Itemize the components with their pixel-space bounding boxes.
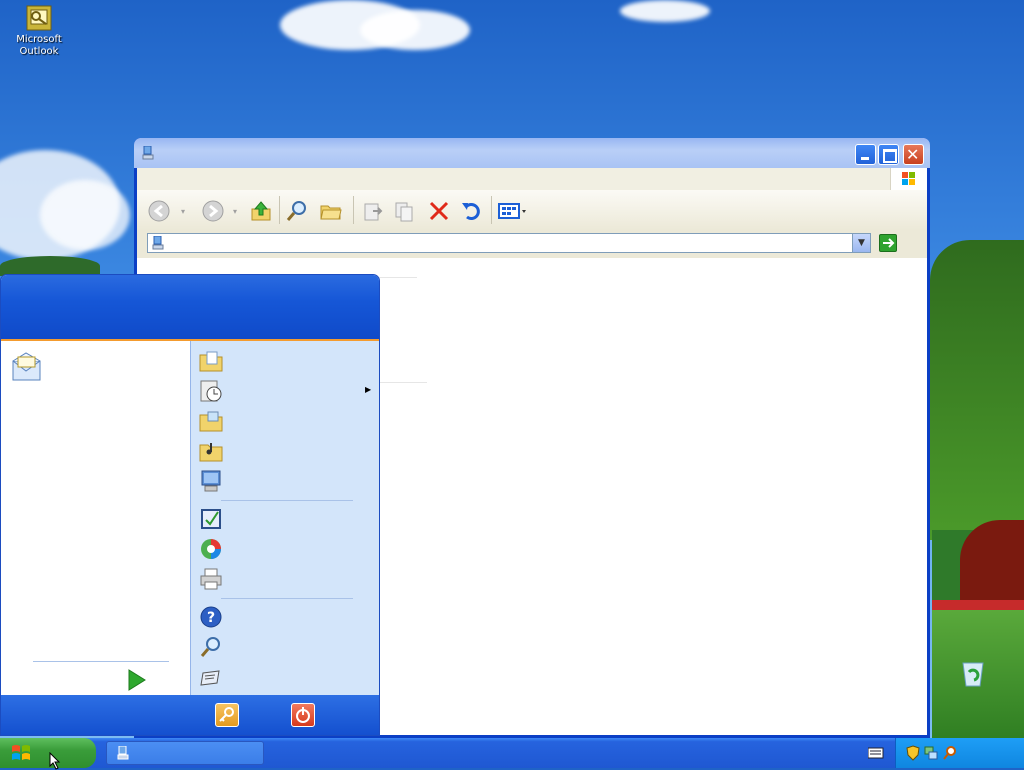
- folders-button[interactable]: [319, 199, 343, 223]
- move-to-icon: [364, 203, 383, 221]
- start-item-printers-and-faxes[interactable]: [199, 567, 223, 591]
- start-button[interactable]: [0, 738, 96, 770]
- search-tray-icon[interactable]: [942, 745, 958, 764]
- start-item-my-pictures[interactable]: [199, 409, 223, 433]
- pinned-email-item[interactable]: [11, 351, 43, 383]
- keyboard-language-icon[interactable]: [867, 747, 884, 762]
- all-programs-arrow-icon: [128, 669, 146, 691]
- desktop-icon-label: Microsoft: [16, 34, 62, 45]
- back-dropdown-icon[interactable]: ▾: [181, 207, 185, 216]
- my-music-icon: [199, 443, 223, 462]
- desktop-icon-outlook[interactable]: Microsoft Outlook: [4, 4, 74, 58]
- window-titlebar[interactable]: ✕: [134, 138, 930, 168]
- desktop-icon-recycle-bin[interactable]: [938, 656, 1008, 690]
- control-panel-icon: [201, 509, 221, 529]
- views-button[interactable]: [497, 199, 529, 223]
- taskbar: [0, 738, 1024, 770]
- places-separator: [221, 500, 353, 501]
- all-programs-button[interactable]: [31, 667, 181, 691]
- my-computer-icon: [201, 470, 221, 492]
- chevron-down-icon: ▼: [858, 238, 865, 248]
- back-icon: [148, 200, 170, 222]
- forward-icon: [202, 200, 224, 222]
- turn-off-button[interactable]: [291, 703, 315, 727]
- menu-bar: [137, 168, 927, 191]
- search-button[interactable]: [285, 199, 309, 223]
- printers-icon: [200, 568, 222, 590]
- maximize-button[interactable]: [878, 144, 899, 165]
- start-item-my-computer[interactable]: [199, 469, 223, 493]
- recycle-bin-icon: [957, 656, 989, 688]
- maximize-icon: [883, 149, 897, 163]
- outlook-icon: [25, 4, 53, 32]
- copy-to-button[interactable]: [393, 199, 417, 223]
- minimize-button[interactable]: [855, 144, 876, 165]
- delete-icon: [429, 201, 449, 221]
- svg-text:?: ?: [207, 610, 215, 626]
- mouse-cursor-icon: [49, 752, 61, 770]
- windows-flag-icon: [890, 168, 927, 190]
- set-program-access-icon: [201, 539, 221, 559]
- submenu-arrow-icon: ▶: [365, 385, 372, 394]
- copy-to-icon: [395, 202, 413, 222]
- go-arrow-icon: [883, 238, 895, 248]
- key-icon: [219, 707, 234, 722]
- start-item-search[interactable]: [199, 635, 223, 659]
- back-button[interactable]: [147, 199, 171, 223]
- all-programs-separator: [33, 661, 169, 662]
- power-icon: [296, 707, 310, 723]
- up-button[interactable]: [249, 199, 273, 223]
- close-icon: ✕: [906, 145, 920, 164]
- undo-icon: [462, 203, 480, 220]
- address-dropdown-button[interactable]: ▼: [852, 234, 870, 252]
- run-icon: [200, 670, 220, 686]
- address-field[interactable]: ▼: [147, 233, 871, 253]
- taskbar-item-explorer[interactable]: [106, 741, 264, 765]
- log-off-button[interactable]: [215, 703, 239, 727]
- views-icon: [498, 203, 526, 219]
- tools-separator: [221, 598, 353, 599]
- move-to-button[interactable]: [361, 199, 385, 223]
- standard-toolbar: ▾ ▾: [137, 190, 927, 231]
- minimize-icon: [861, 157, 869, 160]
- network-icon[interactable]: [924, 745, 938, 764]
- up-folder-icon: [251, 201, 271, 221]
- forward-dropdown-icon[interactable]: ▾: [233, 207, 237, 216]
- start-item-run[interactable]: [199, 665, 223, 689]
- start-menu-footer: [1, 695, 379, 735]
- start-item-my-music[interactable]: [199, 439, 223, 463]
- undo-button[interactable]: [459, 199, 483, 223]
- start-item-control-panel[interactable]: [199, 507, 223, 531]
- address-location-icon: [152, 235, 164, 253]
- start-menu-pinned-list: [1, 341, 189, 697]
- start-item-my-recent-documents[interactable]: [199, 379, 223, 403]
- start-menu-header: [1, 275, 379, 341]
- desktop-icon-label: Outlook: [19, 46, 59, 57]
- forward-button[interactable]: [201, 199, 225, 223]
- system-tray: [895, 738, 1024, 768]
- my-recent-documents-icon: [200, 380, 222, 402]
- folders-icon: [320, 205, 342, 220]
- delete-button[interactable]: [427, 199, 451, 223]
- my-documents-icon: [199, 351, 223, 372]
- start-menu-places-list: ▶ ?: [190, 341, 379, 697]
- search-icon: [200, 637, 220, 657]
- security-shield-icon[interactable]: [906, 745, 920, 764]
- address-bar: ▼: [137, 230, 927, 259]
- search-icon: [286, 201, 306, 221]
- go-button[interactable]: [879, 234, 897, 252]
- start-menu: ▶ ?: [0, 274, 380, 736]
- help-icon: ?: [200, 606, 222, 628]
- email-icon: [12, 352, 41, 381]
- window-icon: [142, 145, 154, 160]
- start-item-help-and-support[interactable]: ?: [199, 605, 223, 629]
- close-button[interactable]: ✕: [903, 144, 924, 165]
- taskbar-item-icon: [117, 745, 129, 763]
- start-item-set-program-access[interactable]: [199, 537, 223, 561]
- my-pictures-icon: [199, 411, 223, 432]
- windows-logo-icon: [12, 745, 30, 760]
- start-item-my-documents[interactable]: [199, 349, 223, 373]
